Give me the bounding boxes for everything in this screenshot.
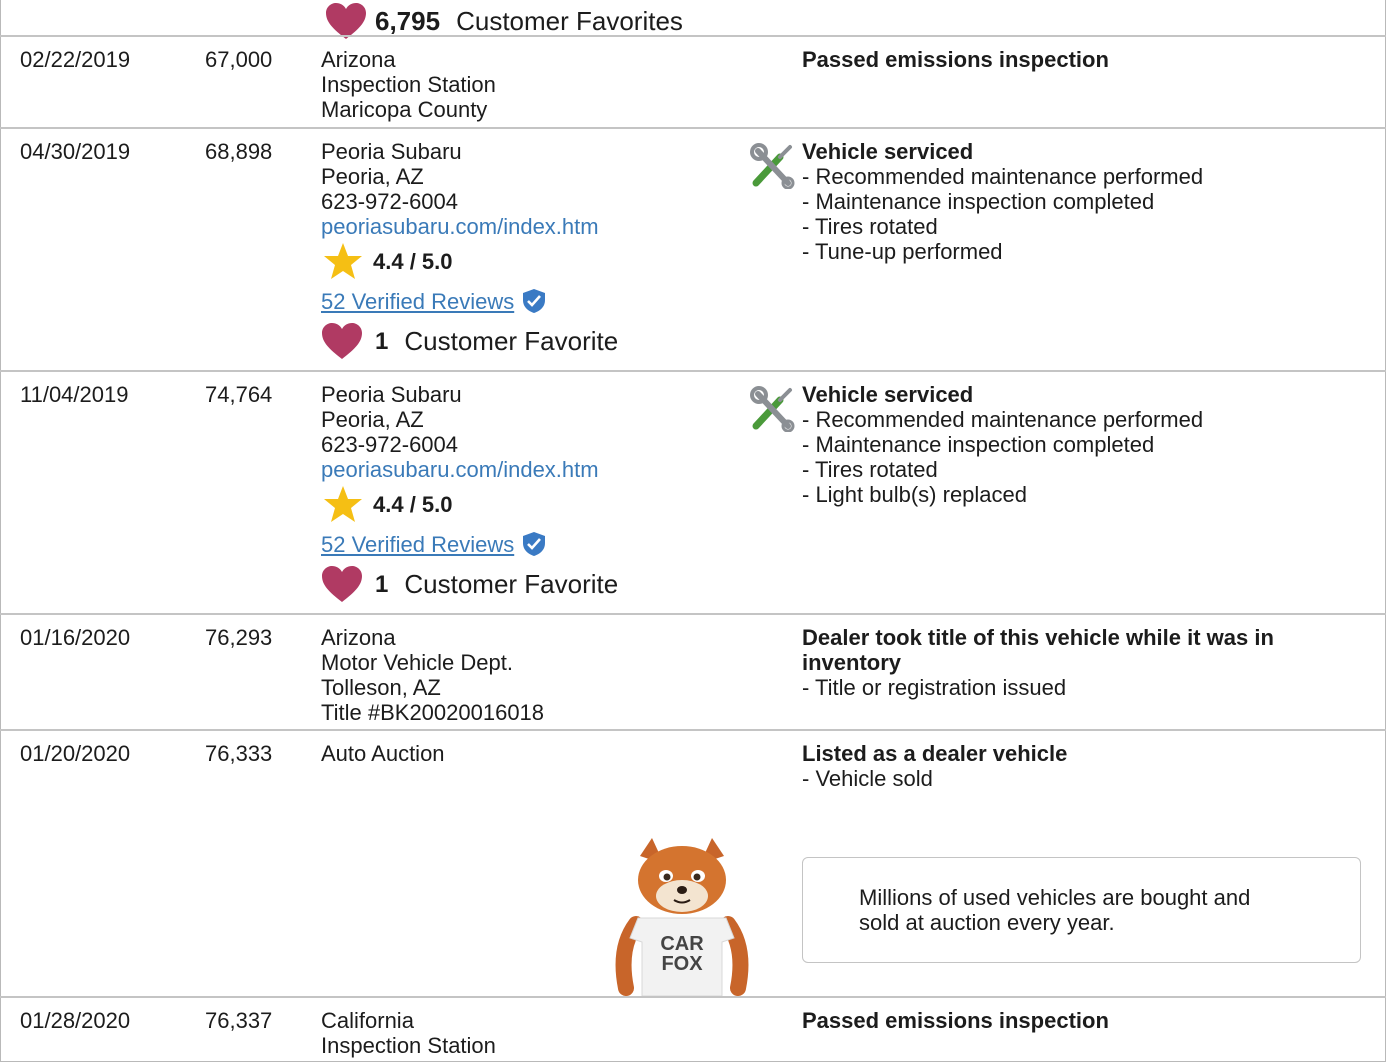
record-date: 01/28/2020 [20, 1008, 131, 1033]
record-odometer: 76,293 [205, 625, 273, 650]
detail-title: Vehicle serviced [802, 139, 974, 164]
heart-icon [322, 566, 362, 602]
verified-reviews-link[interactable]: 52 Verified Reviews [321, 532, 514, 557]
reviews-row: 52 Verified Reviews [321, 281, 741, 321]
dealer-rating: 4.4 / 5.0 [321, 241, 741, 281]
detail-title: inventory [802, 650, 902, 675]
star-icon [324, 486, 362, 522]
source-line: Arizona [321, 47, 396, 72]
record-date: 01/16/2020 [20, 625, 131, 650]
record-details: Passed emissions inspection [802, 1008, 1342, 1033]
dealer-website-link[interactable]: peoriasubaru.com/index.htm [321, 214, 741, 239]
record-odometer: 76,333 [205, 741, 273, 766]
dealer-rating: 4.4 / 5.0 [321, 484, 741, 524]
customer-favorite: 1 Customer Favorite [321, 564, 741, 604]
record-source: Arizona Inspection Station Maricopa Coun… [321, 47, 741, 122]
record-date: 11/04/2019 [20, 382, 129, 407]
table-row: 04/30/2019 68,898 Peoria Subaru Peoria, … [0, 127, 1386, 370]
detail-item: - Vehicle sold [802, 766, 933, 791]
table-row: 01/16/2020 76,293 Arizona Motor Vehicle … [0, 613, 1386, 729]
record-details: Passed emissions inspection [802, 47, 1342, 72]
record-date: 04/30/2019 [20, 139, 131, 164]
tip-text: Millions of used vehicles are bought and [859, 885, 1251, 910]
table-row: 11/04/2019 74,764 Peoria Subaru Peoria, … [0, 370, 1386, 613]
source-line: Peoria Subaru [321, 382, 462, 407]
record-source: Peoria Subaru Peoria, AZ 623-972-6004 pe… [321, 382, 741, 604]
source-line: Motor Vehicle Dept. [321, 650, 513, 675]
reviews-row: 52 Verified Reviews [321, 524, 741, 564]
favorite-label: Customer Favorite [404, 325, 619, 356]
detail-title: Listed as a dealer vehicle [802, 741, 1068, 766]
record-details: Vehicle serviced - Recommended maintenan… [802, 139, 1342, 264]
detail-title: Dealer took title of this vehicle while … [802, 625, 1274, 650]
verified-shield-icon [523, 289, 546, 313]
favorite-count: 6,795 [375, 5, 441, 36]
tip-text: sold at auction every year. [859, 910, 1115, 935]
source-line: Title #BK20020016018 [321, 700, 545, 725]
source-line: Peoria Subaru [321, 139, 462, 164]
record-details: Listed as a dealer vehicle - Vehicle sol… [802, 741, 1342, 791]
record-source: California Inspection Station [321, 1008, 741, 1058]
detail-title: Vehicle serviced [802, 382, 974, 407]
mascot-shirt-text: CAR [660, 933, 704, 955]
source-line: 623-972-6004 [321, 432, 459, 457]
source-line: Tolleson, AZ [321, 675, 441, 700]
dealer-website-link[interactable]: peoriasubaru.com/index.htm [321, 457, 741, 482]
verified-reviews-link[interactable]: 52 Verified Reviews [321, 289, 514, 314]
wrench-screwdriver-icon [750, 143, 795, 189]
source-line: Peoria, AZ [321, 164, 424, 189]
detail-item: - Tune-up performed [802, 239, 1003, 264]
record-odometer: 74,764 [205, 382, 273, 407]
record-details: Dealer took title of this vehicle while … [802, 625, 1342, 700]
favorite-label: Customer Favorites [456, 5, 683, 36]
detail-item: - Recommended maintenance performed [802, 407, 1204, 432]
customer-favorite: 1 Customer Favorite [321, 321, 741, 361]
source-line: Auto Auction [321, 741, 445, 766]
source-line: Inspection Station [321, 1033, 496, 1058]
record-date: 02/22/2019 [20, 47, 131, 72]
favorite-count: 1 [375, 327, 389, 355]
detail-title: Passed emissions inspection [802, 1008, 1109, 1033]
rating-value: 4.4 / 5.0 [373, 491, 453, 517]
source-line: Maricopa County [321, 97, 488, 122]
detail-title: Passed emissions inspection [802, 47, 1109, 72]
detail-item: - Maintenance inspection completed [802, 189, 1155, 214]
source-line: 623-972-6004 [321, 189, 459, 214]
detail-item: - Light bulb(s) replaced [802, 482, 1028, 507]
source-line: Peoria, AZ [321, 407, 424, 432]
record-source: Peoria Subaru Peoria, AZ 623-972-6004 pe… [321, 139, 741, 361]
detail-item: - Recommended maintenance performed [802, 164, 1204, 189]
detail-item: - Title or registration issued [802, 675, 1067, 700]
heart-icon [322, 323, 362, 359]
auction-tip-box: Millions of used vehicles are bought and… [802, 857, 1361, 963]
detail-item: - Tires rotated [802, 214, 938, 239]
mascot-shirt-text: FOX [661, 953, 703, 975]
source-line: California [321, 1008, 414, 1033]
record-odometer: 67,000 [205, 47, 273, 72]
record-odometer: 76,337 [205, 1008, 273, 1033]
rating-value: 4.4 / 5.0 [373, 248, 453, 274]
carfox-mascot: CAR FOX [615, 838, 749, 996]
verified-shield-icon [523, 532, 546, 556]
record-details: Vehicle serviced - Recommended maintenan… [802, 382, 1342, 507]
source-line: Inspection Station [321, 72, 496, 97]
favorite-count: 1 [375, 570, 389, 598]
record-source: Arizona Motor Vehicle Dept. Tolleson, AZ… [321, 625, 741, 725]
record-source: Auto Auction [321, 741, 741, 766]
star-icon [324, 243, 362, 279]
detail-item: - Tires rotated [802, 457, 938, 482]
record-odometer: 68,898 [205, 139, 273, 164]
table-row: 01/28/2020 76,337 California Inspection … [0, 996, 1386, 1062]
wrench-screwdriver-icon [750, 386, 795, 432]
source-line: Arizona [321, 625, 396, 650]
detail-item: - Maintenance inspection completed [802, 432, 1155, 457]
table-row: 02/22/2019 67,000 Arizona Inspection Sta… [0, 35, 1386, 127]
record-date: 01/20/2020 [20, 741, 131, 766]
favorite-label: Customer Favorite [404, 568, 619, 599]
